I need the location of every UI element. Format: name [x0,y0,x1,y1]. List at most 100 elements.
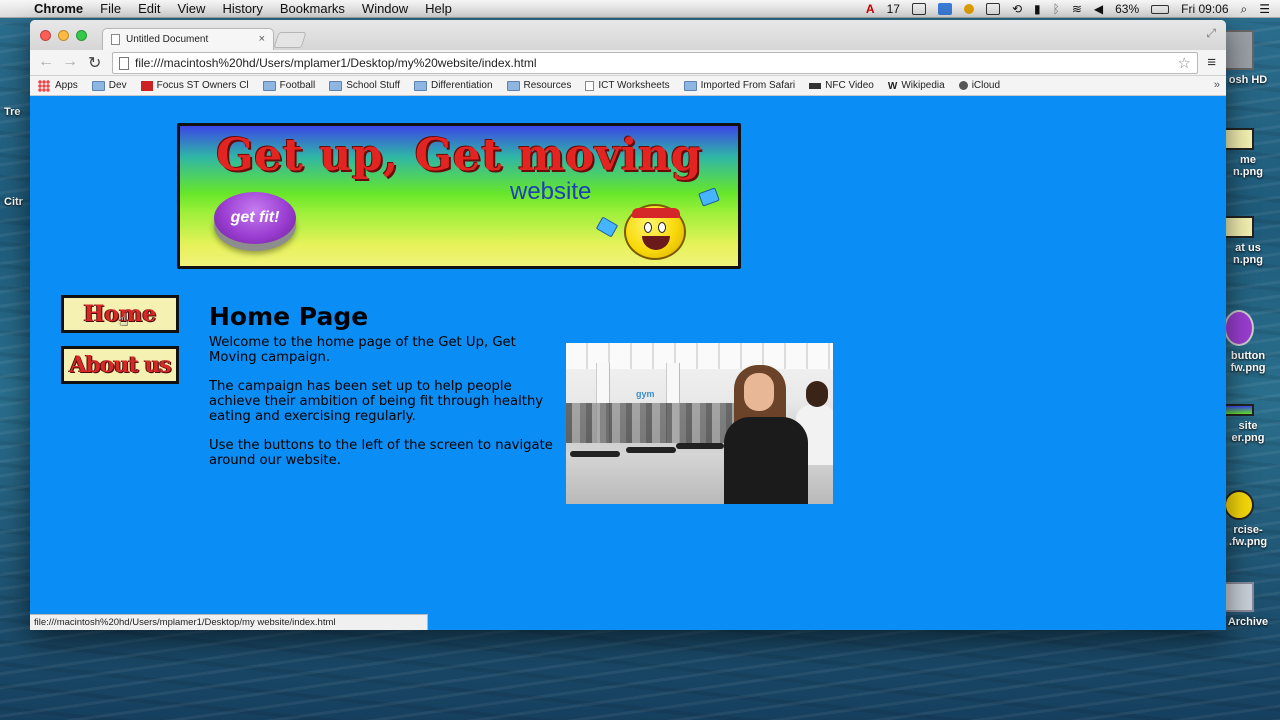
archive-icon [1224,582,1254,612]
menu-bookmarks[interactable]: Bookmarks [280,1,345,16]
main-content: Home Page Welcome to the home page of th… [209,302,559,482]
tab-strip: Untitled Document × ⤢ [30,20,1226,50]
navigation-paragraph: Use the buttons to the left of the scree… [209,438,553,468]
menu-app-name[interactable]: Chrome [34,1,83,16]
menu-history[interactable]: History [222,1,262,16]
window-close-icon[interactable] [40,30,51,41]
tab-close-icon[interactable]: × [259,33,265,45]
apps-grid-icon [38,79,50,92]
status-dot-icon[interactable] [963,4,974,14]
bookmarks-bar: Apps Dev Focus ST Owners Cl Football Sch… [30,76,1226,96]
bookmark-label: NFC Video [825,80,874,91]
folder-icon [413,80,427,91]
tab-untitled-document[interactable]: Untitled Document × [102,28,274,50]
mac-menubar: Chrome File Edit View History Bookmarks … [0,0,1280,18]
menubar-clock[interactable]: Fri 09:06 [1181,2,1228,16]
bookmark-label: Apps [55,80,78,91]
folder-icon [683,80,697,91]
image-file-icon [1224,216,1254,238]
banner-subtitle: website [510,178,592,205]
image-file-icon [1224,490,1254,520]
bookmark-school-stuff[interactable]: School Stuff [329,80,400,91]
page-heading: Home Page [209,302,369,331]
bookmark-apps[interactable]: Apps [38,79,78,92]
bookmark-wikipedia[interactable]: W Wikipedia [887,80,945,92]
bookmark-resources[interactable]: Resources [506,80,572,91]
menu-help[interactable]: Help [425,1,452,16]
bookmark-icloud[interactable]: iCloud [958,80,1001,91]
chrome-menu-icon[interactable]: ≡ [1207,54,1216,71]
airplay-icon[interactable] [985,3,1000,15]
bookmark-football[interactable]: Football [262,80,316,91]
dumbbell-icon [595,216,619,238]
desktop-label-left-2[interactable]: Citr [4,196,23,208]
menu-edit[interactable]: Edit [138,1,160,16]
new-tab-button[interactable] [273,32,307,48]
bookmark-dev[interactable]: Dev [91,80,127,91]
fullscreen-icon[interactable]: ⤢ [1206,26,1216,41]
bluetooth-icon[interactable]: ᛒ [1053,2,1060,16]
window-maximize-icon[interactable] [76,30,87,41]
document-icon [111,34,120,45]
bookmark-label: Football [279,80,316,91]
screen-capture-icon[interactable] [911,3,926,15]
time-machine-icon[interactable]: ⟲ [1012,2,1022,16]
bookmark-nfc-video[interactable]: NFC Video [809,80,874,91]
folder-icon [506,80,520,91]
notification-center-icon[interactable]: ☰ [1259,2,1270,16]
volume-icon[interactable]: ◀ [1094,2,1103,16]
apple-icon [958,81,968,90]
bookmark-label: iCloud [971,80,1001,91]
reload-icon[interactable]: ↻ [88,53,101,73]
chrome-window: Untitled Document × ⤢ ← → ↻ file:///maci… [30,20,1226,630]
browser-toolbar: ← → ↻ file:///macintosh%20hd/Users/mplam… [30,50,1226,76]
gym-photo: gym [566,343,833,504]
image-file-icon [1224,310,1254,346]
window-minimize-icon[interactable] [58,30,69,41]
intro-paragraph: Welcome to the home page of the Get Up, … [209,335,516,365]
menubar-status-area: A 17 ⟲ ▮ ᛒ ≋ ◀ 63% Fri 09:06 ⌕ ☰ [866,0,1270,18]
get-fit-button-graphic: get fit! [214,192,296,244]
menu-view[interactable]: View [177,1,205,16]
campaign-paragraph: The campaign has been set up to help peo… [209,379,544,424]
adobe-icon[interactable]: A [866,2,875,16]
smiley-mascot-icon [624,204,686,260]
bookmark-star-icon[interactable]: ☆ [1178,54,1191,72]
bookmark-label: Wikipedia [901,80,945,91]
bookmark-label: ICT Worksheets [598,80,670,91]
banner-title: Get up, Get moving [216,130,702,181]
clipboard-icon[interactable]: ▮ [1034,2,1041,16]
back-arrow-icon[interactable]: ← [38,53,54,71]
address-bar[interactable]: file:///macintosh%20hd/Users/mplamer1/De… [112,52,1198,74]
battery-icon[interactable] [1151,4,1170,14]
bookmark-label: Focus ST Owners Cl [156,80,249,91]
bookmark-differentiation[interactable]: Differentiation [413,80,493,91]
dropbox-icon[interactable] [937,3,952,15]
menu-file[interactable]: File [100,1,121,16]
bookmark-ict-worksheets[interactable]: ICT Worksheets [585,80,670,91]
browser-status-bar: file:///macintosh%20hd/Users/mplamer1/De… [30,614,428,630]
folder-icon [91,80,105,91]
bookmark-label: Dev [108,80,127,91]
wifi-icon[interactable]: ≋ [1072,2,1082,16]
forward-arrow-icon[interactable]: → [62,53,78,71]
page-icon [585,80,595,91]
menu-window[interactable]: Window [362,1,408,16]
wikipedia-icon: W [887,80,898,92]
desktop-label-left-1[interactable]: Tre [4,106,21,118]
bookmarks-overflow-icon[interactable]: » [1214,79,1220,91]
bookmark-focus-st[interactable]: Focus ST Owners Cl [140,80,249,91]
spotlight-search-icon[interactable]: ⌕ [1241,2,1248,17]
site-favicon-icon [140,80,153,91]
gym-logo-text: gym [636,389,655,399]
bookmark-label: Resources [523,80,572,91]
bookmark-label: Differentiation [430,80,493,91]
address-bar-url[interactable]: file:///macintosh%20hd/Users/mplamer1/De… [135,56,537,70]
bookmark-label: School Stuff [346,80,400,91]
battery-percent[interactable]: 63% [1115,2,1139,16]
image-file-icon [1224,128,1254,150]
about-us-nav-button[interactable]: About us [61,346,179,384]
folder-icon [329,80,343,91]
bookmark-imported-safari[interactable]: Imported From Safari [683,80,795,91]
notification-count[interactable]: 17 [887,2,900,16]
